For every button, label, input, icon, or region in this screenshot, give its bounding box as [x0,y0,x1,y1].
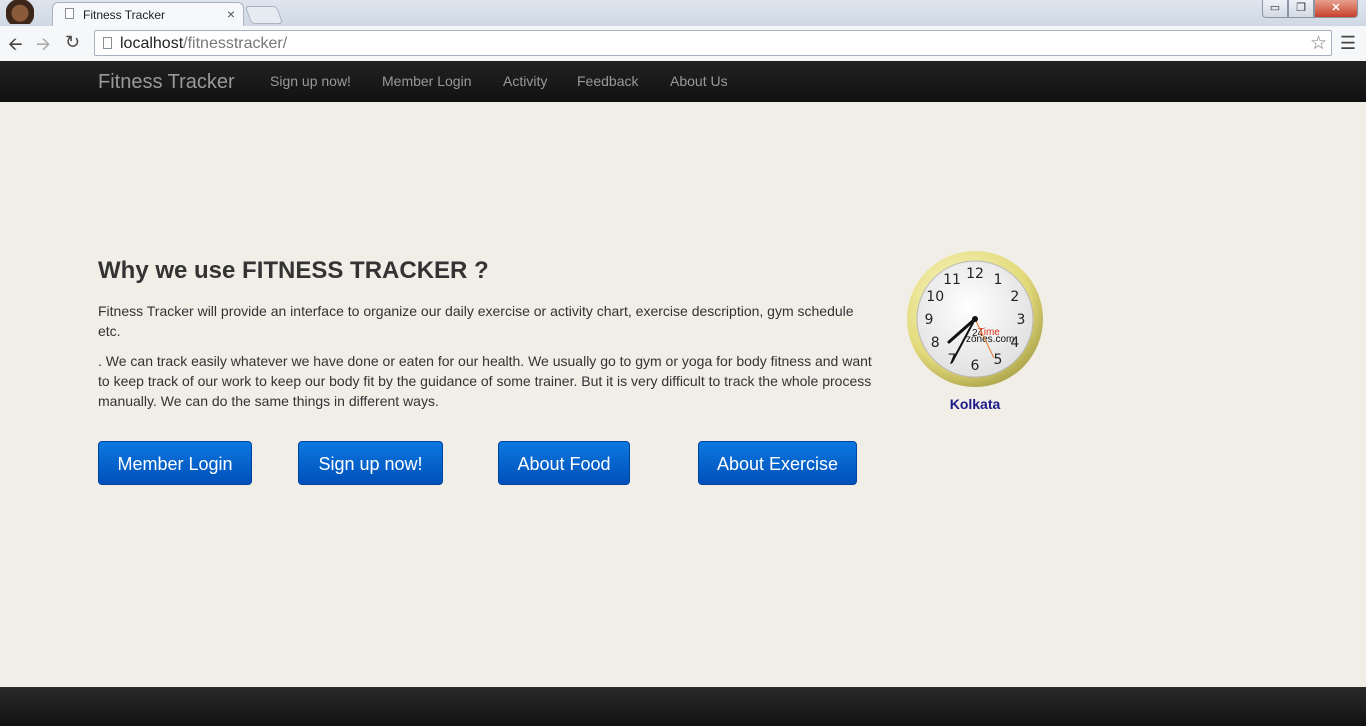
tab-title: Fitness Tracker [83,8,166,22]
clock-numeral: 2 [1010,289,1019,305]
new-tab-button[interactable] [244,6,284,24]
tab-close-icon[interactable]: × [227,6,235,22]
clock-numeral: 12 [966,266,984,282]
reload-icon[interactable]: ↻ [65,32,80,53]
clock-numeral: 9 [925,312,934,328]
browser-tabstrip: Fitness Tracker × ▭ ❐ ✕ [0,0,1366,26]
browser-toolbar: 🡨 🡪 ↻ localhost/fitnesstracker/ ☆ ☰ [0,26,1366,62]
nav-activity[interactable]: Activity [503,73,547,89]
clock-numeral: 10 [926,289,944,305]
page-icon [65,8,74,19]
about-exercise-button[interactable]: About Exercise [698,441,857,485]
clock-center [972,316,978,322]
clock-city-label: Kolkata [949,396,1001,412]
brand-link[interactable]: Fitness Tracker [98,71,235,94]
member-login-button[interactable]: Member Login [98,441,252,485]
clock-numeral: 1 [994,272,1003,288]
close-window-button[interactable]: ✕ [1314,0,1358,18]
restore-button[interactable]: ❐ [1288,0,1314,18]
about-food-button[interactable]: About Food [498,441,630,485]
signup-button[interactable]: Sign up now! [298,441,443,485]
clock-brand-zones: zones.com [966,334,1014,345]
clock-numeral: 3 [1017,312,1026,328]
minimize-button[interactable]: ▭ [1262,0,1288,18]
clock-numeral: 8 [931,335,940,351]
clock-numeral: 11 [943,272,961,288]
nav-about-us[interactable]: About Us [670,73,728,89]
url-text: localhost/fitnesstracker/ [120,35,287,53]
user-avatar-icon[interactable] [6,0,34,24]
site-navbar: Fitness Tracker Sign up now! Member Logi… [0,61,1366,102]
url-host: localhost [120,35,184,52]
browser-tab[interactable]: Fitness Tracker × [52,2,244,26]
url-path: /fitnesstracker/ [183,35,288,52]
site-footer [0,687,1366,726]
nav-feedback[interactable]: Feedback [577,73,638,89]
browser-menu-icon[interactable]: ☰ [1340,33,1356,54]
clock-numeral: 6 [971,358,980,374]
window-controls: ▭ ❐ ✕ [1262,0,1358,18]
bookmark-star-icon[interactable]: ☆ [1310,32,1327,55]
description-paragraph: . We can track easily whatever we have d… [98,353,872,409]
page-icon [103,37,112,49]
intro-paragraph: Fitness Tracker will provide an interfac… [98,303,854,339]
nav-signup[interactable]: Sign up now! [270,73,351,89]
nav-member-login[interactable]: Member Login [382,73,472,89]
clock-widget[interactable]: 12 1234567891011 24 Time zones.com [906,250,1044,388]
back-arrow-icon[interactable]: 🡨 [8,32,23,62]
address-bar[interactable]: localhost/fitnesstracker/ ☆ [94,30,1332,56]
clock-numeral: 5 [994,352,1003,368]
page-heading: Why we use FITNESS TRACKER ? [98,257,489,284]
forward-arrow-icon[interactable]: 🡪 [36,32,51,62]
